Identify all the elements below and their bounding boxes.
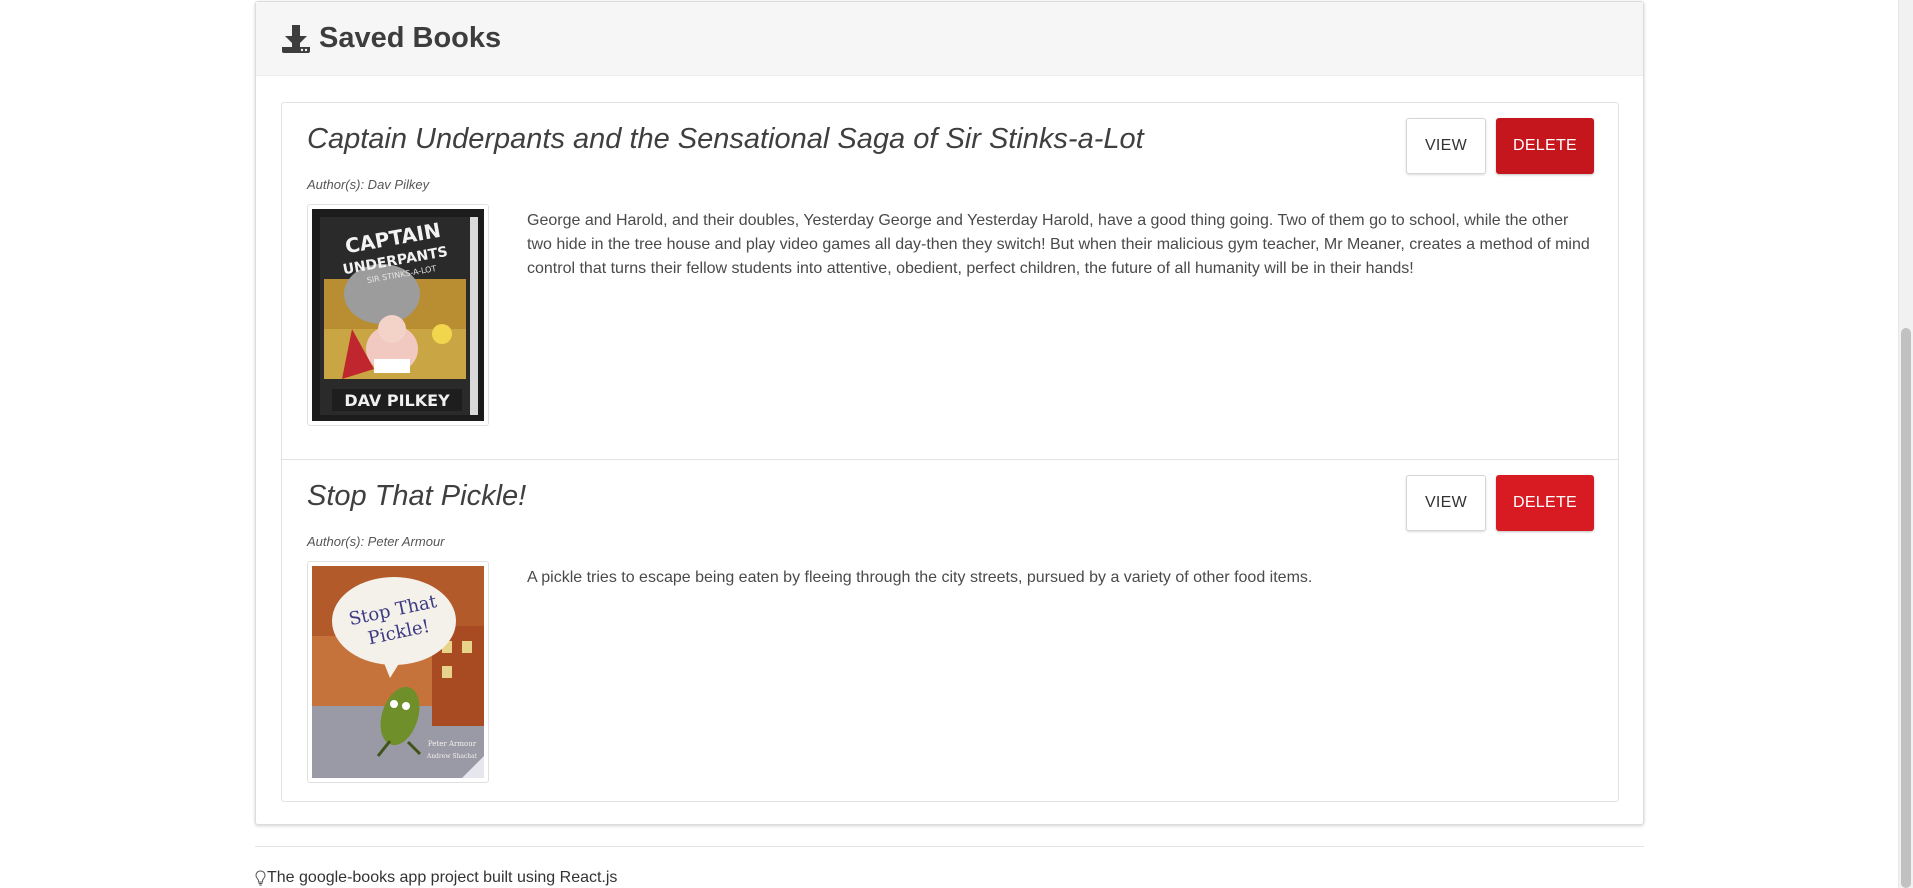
book-authors: Author(s): Dav Pilkey (307, 177, 430, 192)
page-scrollbar[interactable] (1898, 0, 1913, 888)
scrollbar-thumb[interactable] (1901, 328, 1911, 888)
book-cover-image: Stop That Pickle! Peter Armour Andrew Sh… (307, 561, 489, 783)
book-description: A pickle tries to escape being eaten by … (527, 569, 1313, 586)
panel-title: Saved Books (319, 22, 502, 54)
book-actions: VIEW DELETE (1406, 475, 1594, 531)
lightbulb-icon (255, 870, 266, 886)
book-body: Stop That Pickle! Peter Armour Andrew Sh… (307, 561, 1593, 783)
book-actions: VIEW DELETE (1406, 118, 1594, 174)
book-item: Captain Underpants and the Sensational S… (282, 103, 1618, 459)
cover-illustrator-text: Andrew Shachat (426, 753, 478, 760)
book-description: George and Harold, and their doubles, Ye… (527, 212, 1590, 277)
cover-author-text: Peter Armour (428, 740, 477, 748)
delete-button[interactable]: DELETE (1496, 118, 1594, 174)
book-authors: Author(s): Peter Armour (307, 534, 445, 549)
book-item: Stop That Pickle! Author(s): Peter Armou… (282, 459, 1618, 801)
book-cover-image: CAPTAIN UNDERPANTS SIR STINKS-A-LOT DAV … (307, 204, 489, 426)
book-title: Captain Underpants and the Sensational S… (307, 123, 1144, 155)
cover-author-text: DAV PILKEY (344, 391, 450, 410)
stop-that-pickle-cover-art: Stop That Pickle! Peter Armour Andrew Sh… (312, 566, 484, 778)
book-title: Stop That Pickle! (307, 480, 527, 512)
footer-divider (255, 846, 1644, 847)
captain-underpants-cover-art: CAPTAIN UNDERPANTS SIR STINKS-A-LOT DAV … (312, 209, 484, 421)
view-button[interactable]: VIEW (1406, 475, 1486, 531)
footer: The google-books app project built using… (255, 868, 617, 888)
book-body: CAPTAIN UNDERPANTS SIR STINKS-A-LOT DAV … (307, 204, 1593, 426)
footer-text: The google-books app project built using… (267, 869, 618, 886)
delete-button[interactable]: DELETE (1496, 475, 1594, 531)
panel-header: Saved Books (256, 2, 1643, 76)
page: Saved Books Captain Underpants and the S… (0, 0, 1913, 888)
saved-books-panel: Saved Books Captain Underpants and the S… (255, 1, 1644, 825)
book-list: Captain Underpants and the Sensational S… (281, 102, 1619, 802)
view-button[interactable]: VIEW (1406, 118, 1486, 174)
download-icon (281, 23, 311, 55)
